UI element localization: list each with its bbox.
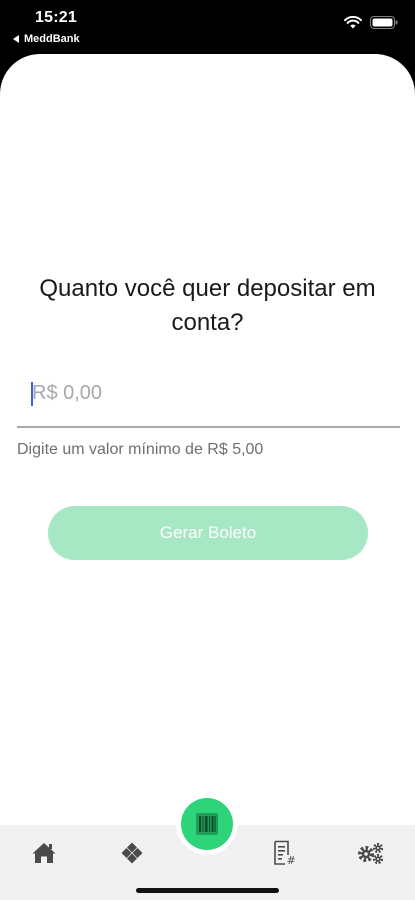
back-app-label: MeddBank — [24, 33, 80, 45]
svg-text:#: # — [287, 854, 296, 866]
minimum-value-hint: Digite um valor mínimo de R$ 5,00 — [17, 441, 264, 458]
tab-settings[interactable] — [355, 839, 387, 867]
boleto-fab-button[interactable] — [181, 798, 233, 850]
home-indicator[interactable] — [136, 888, 279, 893]
battery-icon — [370, 16, 398, 29]
tab-home[interactable] — [28, 839, 60, 867]
diamond-icon — [121, 842, 143, 864]
deposit-question: Quanto você quer depositar em conta? — [39, 275, 376, 336]
barcode-icon — [196, 813, 218, 835]
status-time: 15:21 — [35, 9, 77, 26]
text-caret — [31, 382, 33, 406]
home-icon — [32, 843, 56, 863]
statement-icon: # — [274, 840, 296, 866]
status-bar: 15:21 MeddBank — [0, 0, 415, 54]
amount-input[interactable] — [32, 376, 392, 410]
tab-pix[interactable] — [116, 839, 148, 867]
gears-icon — [358, 842, 384, 865]
gerar-boleto-button[interactable]: Gerar Boleto — [48, 506, 368, 560]
wifi-icon — [344, 16, 362, 29]
tab-statement[interactable]: # — [268, 839, 300, 867]
amount-underline — [17, 426, 400, 428]
back-arrow-icon — [13, 35, 19, 43]
back-to-app-link[interactable]: MeddBank — [13, 33, 80, 45]
deposit-sheet: Quanto você quer depositar em conta? Dig… — [0, 54, 415, 900]
